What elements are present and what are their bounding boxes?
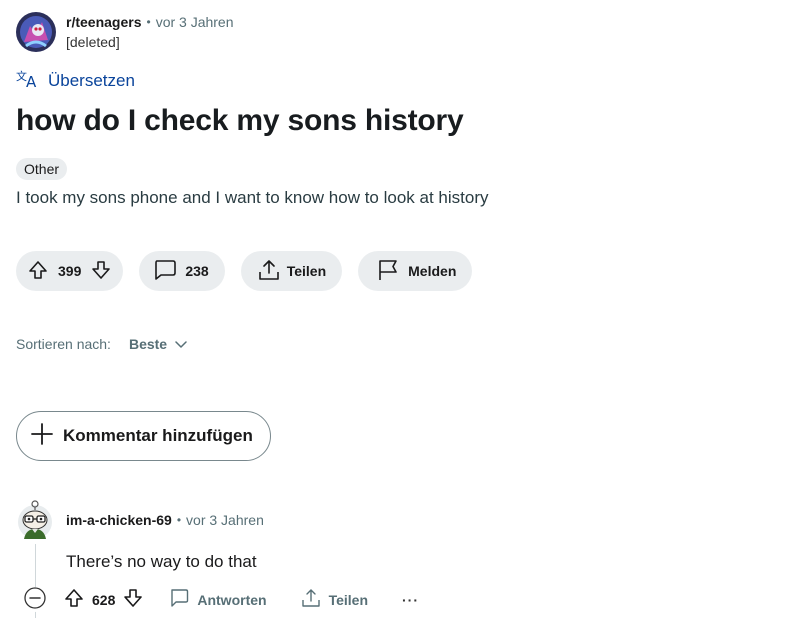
- vote-count: 399: [58, 263, 82, 279]
- add-comment-button[interactable]: Kommentar hinzufügen: [16, 411, 271, 461]
- comment-actions: 628 Antworten Teilen ···: [24, 587, 419, 612]
- svg-text:A: A: [26, 73, 37, 88]
- comment-time: vor 3 Jahren: [186, 512, 264, 528]
- comment-icon: [153, 259, 177, 284]
- share-icon: [257, 258, 281, 285]
- comments-button[interactable]: 238: [139, 251, 225, 291]
- flag-icon: [376, 258, 400, 285]
- reply-icon: [169, 588, 189, 611]
- comment-vote-count: 628: [92, 591, 116, 608]
- report-label: Melden: [408, 263, 457, 279]
- chevron-down-icon: [167, 336, 187, 352]
- post-flair[interactable]: Other: [16, 158, 68, 180]
- downvote-icon[interactable]: [91, 260, 111, 283]
- upvote-icon[interactable]: [28, 260, 48, 283]
- sort-value: Beste: [128, 336, 168, 352]
- sort-bar: Sortieren nach: Beste: [16, 336, 187, 352]
- more-options-button[interactable]: ···: [402, 592, 419, 608]
- comment-share-button[interactable]: Teilen: [301, 588, 368, 611]
- translate-icon: 文 A: [16, 68, 48, 93]
- share-button[interactable]: Teilen: [240, 251, 343, 291]
- collapse-button[interactable]: [24, 587, 46, 612]
- post-title: how do I check my sons history: [16, 104, 464, 137]
- comments-count: 238: [185, 263, 209, 279]
- comment-text: There’s no way to do that: [66, 552, 257, 571]
- post-time: vor 3 Jahren: [155, 14, 234, 30]
- subreddit-avatar[interactable]: [16, 12, 56, 52]
- comment-upvote-icon[interactable]: [64, 588, 84, 611]
- reply-label: Antworten: [197, 591, 267, 608]
- translate-button[interactable]: 文 A Übersetzen: [16, 68, 135, 93]
- meta-separator: •: [176, 513, 182, 527]
- post-author: [deleted]: [66, 34, 120, 50]
- plus-icon: [31, 422, 63, 450]
- meta-separator: •: [146, 15, 151, 29]
- translate-label: Übersetzen: [48, 70, 135, 90]
- subreddit-link[interactable]: r/teenagers: [66, 12, 141, 32]
- post-body: I took my sons phone and I want to know …: [16, 188, 489, 207]
- commenter-avatar[interactable]: [16, 498, 54, 540]
- comment-author[interactable]: im-a-chicken-69: [66, 512, 172, 528]
- share-icon: [301, 588, 321, 611]
- reply-button[interactable]: Antworten: [169, 588, 267, 611]
- report-button[interactable]: Melden: [358, 251, 473, 291]
- comment-share-label: Teilen: [328, 591, 368, 608]
- more-icon: ···: [402, 591, 419, 608]
- comment-downvote-icon[interactable]: [123, 588, 143, 611]
- share-label: Teilen: [286, 263, 327, 279]
- sort-label: Sortieren nach:: [16, 336, 111, 352]
- sort-dropdown[interactable]: Beste: [129, 336, 187, 352]
- post-actions: 399 238 Teilen Melden: [16, 251, 473, 291]
- post-header: r/teenagers • vor 3 Jahren [deleted]: [16, 12, 234, 52]
- add-comment-label: Kommentar hinzufügen: [63, 426, 253, 445]
- vote-pill: 399: [16, 251, 124, 291]
